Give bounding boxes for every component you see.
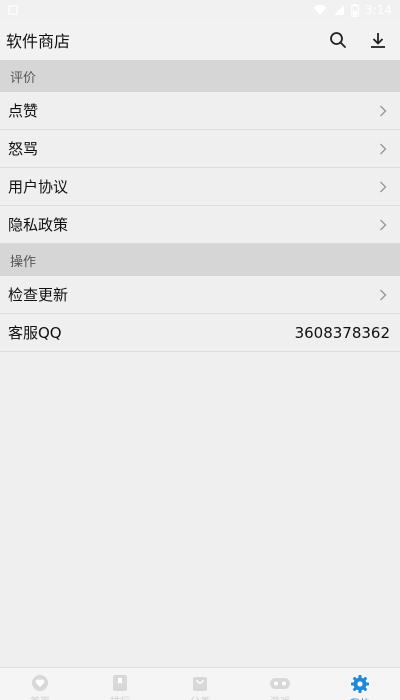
search-icon[interactable] <box>326 28 350 52</box>
chevron-right-icon <box>376 180 390 194</box>
notification-icon <box>8 5 18 15</box>
bookmark-icon <box>111 674 129 696</box>
chevron-right-icon <box>376 104 390 118</box>
nav-item-category[interactable]: 分类 <box>160 668 240 700</box>
row-label: 点赞 <box>8 102 39 120</box>
bag-icon <box>191 674 209 696</box>
row-user-agreement[interactable]: 用户协议 <box>0 168 400 206</box>
nav-item-games[interactable]: 游戏 <box>240 668 320 700</box>
row-label: 用户协议 <box>8 178 69 196</box>
section-header-actions: 操作 <box>0 244 400 276</box>
chevron-right-icon <box>376 218 390 232</box>
gamepad-icon <box>269 674 291 696</box>
row-scold[interactable]: 怒骂 <box>0 130 400 168</box>
row-privacy-policy[interactable]: 隐私政策 <box>0 206 400 244</box>
nav-item-ranking[interactable]: 排行 <box>80 668 160 700</box>
app-screen: 3:14 软件商店 评价 点赞 怒骂 用户协议 隐私政策 操作 检查更新 客服Q… <box>0 0 400 700</box>
chevron-right-icon <box>376 288 390 302</box>
nav-item-home[interactable]: 首页 <box>0 668 80 700</box>
gear-icon <box>350 674 370 698</box>
app-bar: 软件商店 <box>0 20 400 60</box>
row-label: 检查更新 <box>8 286 69 304</box>
heart-icon <box>31 674 49 696</box>
status-time: 3:14 <box>365 3 392 17</box>
nav-item-mine[interactable]: 我的 <box>320 668 400 700</box>
row-check-update[interactable]: 检查更新 <box>0 276 400 314</box>
qq-number: 3608378362 <box>294 323 390 342</box>
page-title: 软件商店 <box>6 32 71 51</box>
section-header-reviews: 评价 <box>0 60 400 92</box>
bottom-nav: 首页 排行 分类 游戏 <box>0 667 400 700</box>
row-like[interactable]: 点赞 <box>0 92 400 130</box>
status-bar: 3:14 <box>0 0 400 20</box>
signal-icon <box>333 4 345 16</box>
wifi-icon <box>313 4 327 16</box>
row-label: 怒骂 <box>8 140 39 158</box>
battery-icon <box>351 3 359 17</box>
row-customer-service-qq[interactable]: 客服QQ 3608378362 <box>0 314 400 352</box>
chevron-right-icon <box>376 142 390 156</box>
row-label: 客服QQ <box>8 324 62 342</box>
row-label: 隐私政策 <box>8 216 69 234</box>
download-icon[interactable] <box>366 28 390 52</box>
